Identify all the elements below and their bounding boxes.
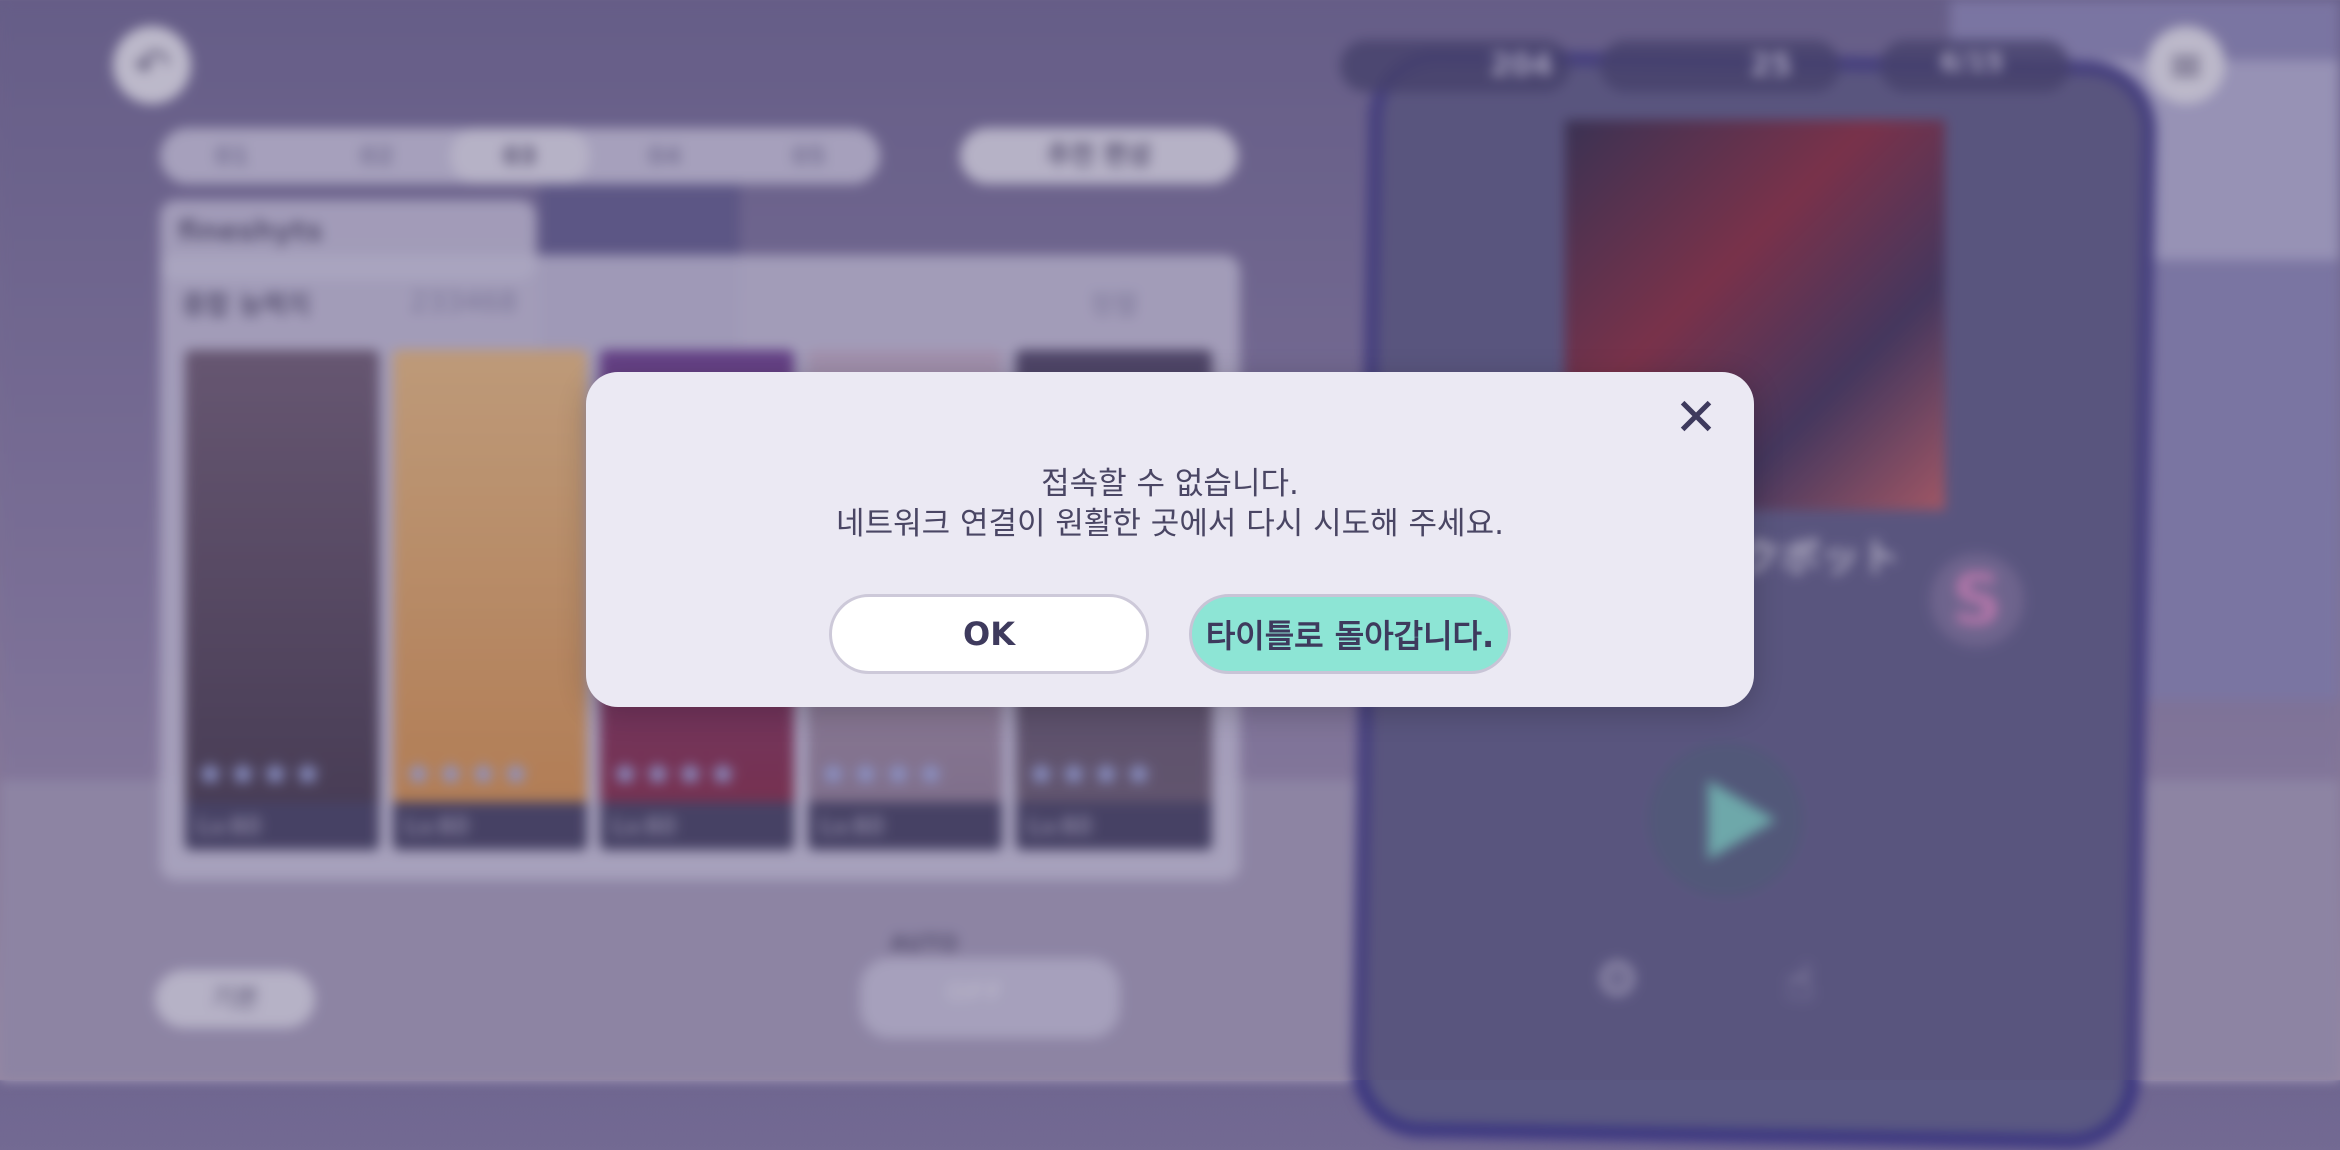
message-line-2: 네트워크 연결이 원활한 곳에서 다시 시도해 주세요. (836, 506, 1504, 542)
ok-button[interactable]: OK (829, 594, 1149, 674)
close-icon[interactable]: ✕ (1666, 388, 1726, 448)
return-to-title-button[interactable]: 타이틀로 돌아갑니다. (1189, 594, 1511, 674)
dialog-message: 접속할 수 없습니다. 네트워크 연결이 원활한 곳에서 다시 시도해 주세요. (586, 464, 1754, 544)
message-line-1: 접속할 수 없습니다. (1041, 466, 1299, 502)
network-error-dialog: ✕ 접속할 수 없습니다. 네트워크 연결이 원활한 곳에서 다시 시도해 주세… (586, 372, 1754, 707)
